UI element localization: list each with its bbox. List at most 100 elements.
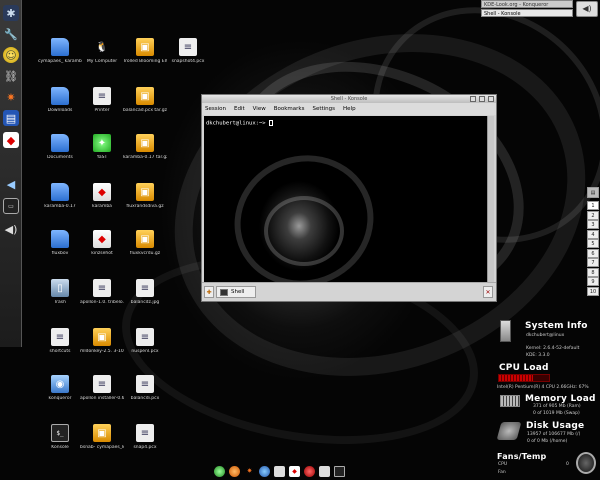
doc-icon: ≡ <box>93 87 111 105</box>
desktop-icon[interactable]: ◉ konqueror <box>38 375 82 401</box>
star-icon[interactable]: ✷ <box>3 89 19 105</box>
maximize-button[interactable] <box>479 96 485 102</box>
terminal-area[interactable]: dkchubert@linux:~> <box>204 116 488 282</box>
virtual-desktop-10[interactable]: 10 <box>587 286 599 296</box>
desktop-icon[interactable]: ≡ Printer <box>80 87 124 113</box>
minimize-button[interactable] <box>470 96 476 102</box>
desktop-icon-label: snap4.pcx <box>133 445 157 450</box>
task-konsole[interactable]: Shell - Konsole <box>481 9 573 17</box>
tab-shell[interactable]: Shell <box>216 286 256 298</box>
menu-help[interactable]: Help <box>343 103 356 115</box>
menubar: Session Edit View Bookmarks Settings Hel… <box>202 103 496 115</box>
volume-icon[interactable]: ◀) <box>576 1 598 17</box>
desktop-icon[interactable]: ≡ apollon-1.0. tribelo.locussin <box>80 279 124 305</box>
memory-title: Memory Load <box>525 394 596 404</box>
box-icon: ▣ <box>136 38 154 56</box>
virtual-desktop-8[interactable]: 8 <box>587 267 599 277</box>
sysinfo-user: dkchubert@linux <box>526 333 565 338</box>
virtual-desktop-2[interactable]: 2 <box>587 210 599 220</box>
desktop-icon-label: Printer <box>94 108 110 113</box>
desktop-icon[interactable]: ✦ YaST <box>80 134 124 160</box>
virtual-desktop-3[interactable]: 3 <box>587 220 599 229</box>
task-konqueror[interactable]: KDE-Look.org - Konqueror <box>481 0 573 8</box>
desktop-icon[interactable]: ◆ karamba <box>80 183 124 209</box>
tools-icon[interactable] <box>319 465 330 477</box>
desktop-icon[interactable]: ▣ karamba-0.17 tar.gz <box>123 134 167 160</box>
doc-icon: ≡ <box>136 279 154 297</box>
menu-view[interactable]: View <box>253 103 266 115</box>
desktop-icon-label: balancdz.jpg <box>130 300 160 305</box>
folder-icon <box>51 183 69 201</box>
terminal-small-icon[interactable]: ▭ <box>3 198 19 214</box>
desktop-icon[interactable]: cymapaes_ karamba <box>38 38 82 64</box>
desktop-icon[interactable]: ▣ fluxkvcrdu.gz <box>123 230 167 256</box>
desktop-icon[interactable]: Documents <box>38 134 82 160</box>
desktop-icon[interactable]: ◆ kinzsehot <box>80 230 124 256</box>
desktop-icon[interactable]: fluxbov <box>38 230 82 256</box>
desktop-icon[interactable]: ▣ bsnab- cymapaes_kar... <box>80 424 124 450</box>
memory-swap: 0 of 1019 Mb (Swap) <box>533 411 580 416</box>
desktop-icon[interactable]: Downloads <box>38 87 82 113</box>
terminal-dock-icon[interactable] <box>334 465 345 477</box>
speaker-icon[interactable]: ◀ <box>3 176 19 192</box>
sound-icon[interactable]: ◀) <box>3 221 19 237</box>
firefox-icon[interactable] <box>229 465 240 477</box>
desktop-icon[interactable]: ▣ mldonkey-2.5. 3-100071.9.tar <box>80 328 124 354</box>
desktop-icon[interactable]: $_ Konsole <box>38 424 82 450</box>
konsole-titlebar[interactable]: Shell - Konsole <box>202 95 496 103</box>
game-icon[interactable]: ◆ <box>3 132 19 148</box>
game-dock-icon[interactable]: ◆ <box>289 465 300 477</box>
new-session-icon[interactable]: ✚ <box>204 286 214 298</box>
desktop-icon[interactable]: ▯ Trash <box>38 279 82 305</box>
virtual-desktop-4[interactable]: 4 <box>587 229 599 239</box>
virtual-desktop-6[interactable]: 6 <box>587 248 599 258</box>
desktop-icon[interactable]: ▣ balancad.pcx tar.gz <box>123 87 167 113</box>
virtual-desktop-7[interactable]: 7 <box>587 258 599 267</box>
dock-green-icon[interactable] <box>214 465 225 477</box>
menu-session[interactable]: Session <box>205 103 226 115</box>
menu-settings[interactable]: Settings <box>312 103 335 115</box>
disk-title: Disk Usage <box>526 421 585 431</box>
box-icon: ▣ <box>136 183 154 201</box>
monitor-icon[interactable] <box>274 465 285 477</box>
pager-icon[interactable]: ▤ <box>587 187 599 198</box>
disk-home: 0 of 0 Mb (/home) <box>527 439 568 444</box>
desktop-icon[interactable]: ≡ apollon installer-0.6.run <box>80 375 124 401</box>
virtual-desktop-9[interactable]: 9 <box>587 277 599 286</box>
menu-bookmarks[interactable]: Bookmarks <box>274 103 305 115</box>
desktop-icon-label: fluxbov <box>51 251 69 256</box>
desktop-icon-label: karamba <box>92 204 112 209</box>
browser-icon[interactable] <box>259 465 270 477</box>
clapper-icon[interactable]: ▤ <box>3 110 19 126</box>
desktop-icon[interactable]: ≡ balancdi.pcx <box>123 375 167 401</box>
desktop-icon[interactable]: ≡ snap4.pcx <box>123 424 167 450</box>
red-icon: ◆ <box>93 230 111 248</box>
link-icon[interactable]: ⛓ <box>3 68 19 84</box>
desktop-icon-label: Trolled Blooming EW... <box>123 59 167 64</box>
desktop-icon[interactable]: ≡ snapshot4.pcx <box>166 38 210 64</box>
close-session-icon[interactable]: ✕ <box>483 286 493 298</box>
desktop-icon[interactable]: ≡ shortcuts <box>38 328 82 354</box>
virtual-desktop-5[interactable]: 5 <box>587 239 599 248</box>
desktop-icon[interactable]: ▣ Trolled Blooming EW... <box>123 38 167 64</box>
desktop-icon[interactable]: ▣ fluxrandsdiva.gz <box>123 183 167 209</box>
cpu-bar <box>498 374 550 382</box>
terminal-scrollbar[interactable] <box>487 116 494 282</box>
desktop-icon-label: snapshot4.pcx <box>171 59 205 64</box>
close-button[interactable] <box>488 96 494 102</box>
desktop-icon[interactable]: ≡ nuspenl.pcx <box>123 328 167 354</box>
smiley-icon[interactable]: ☺ <box>3 47 19 63</box>
virtual-desktop-1[interactable]: 1 <box>587 201 599 210</box>
bug-icon[interactable] <box>304 465 315 477</box>
star-dock-icon[interactable]: ✷ <box>244 466 255 477</box>
kmenu-icon[interactable]: ✱ <box>3 5 19 21</box>
folder-icon <box>51 230 69 248</box>
desktop-icon[interactable]: 🐧 My Computer <box>80 38 124 65</box>
desktop-icon-label: apollon installer-0.6.run <box>80 396 124 401</box>
desktop-icon[interactable]: karamba-0.17 <box>38 183 82 209</box>
fans-title: Fans/Temp <box>497 452 547 461</box>
menu-edit[interactable]: Edit <box>234 103 245 115</box>
wrench-icon[interactable]: 🔧 <box>3 26 19 42</box>
grn-icon: ✦ <box>93 134 111 152</box>
desktop-icon[interactable]: ≡ balancdz.jpg <box>123 279 167 305</box>
